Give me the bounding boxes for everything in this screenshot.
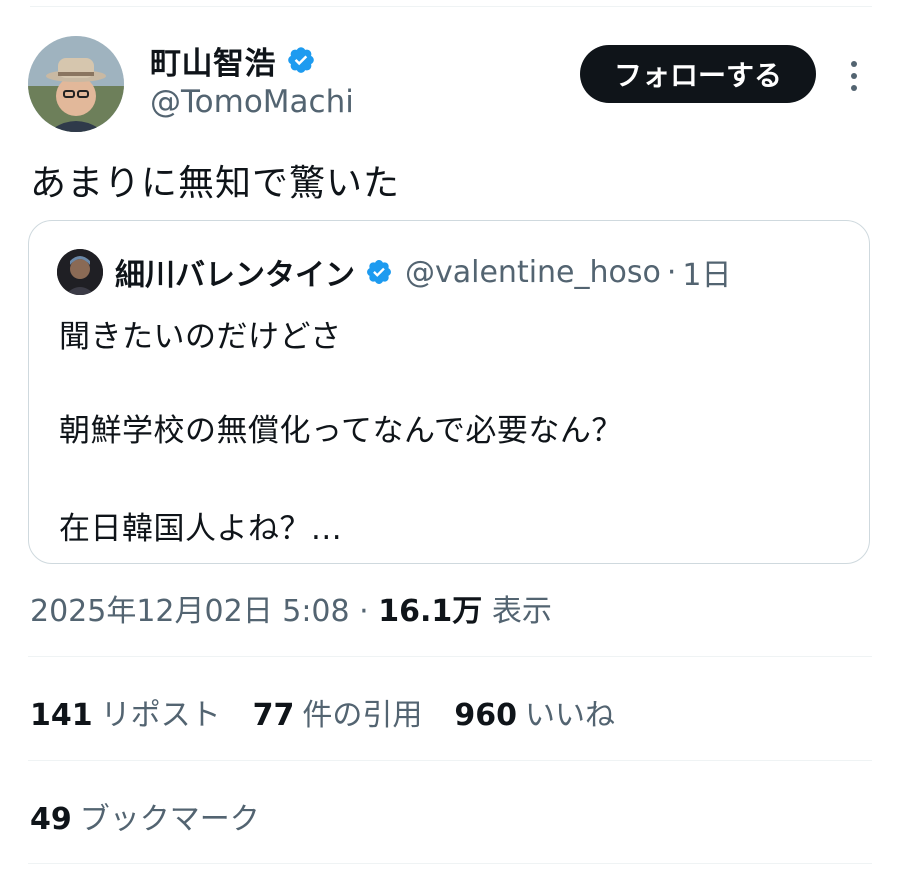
top-divider <box>30 6 872 7</box>
quotes-label: 件の引用 <box>302 698 423 733</box>
more-dots-icon[interactable] <box>842 56 866 96</box>
author-avatar[interactable] <box>28 36 124 132</box>
quotes-count: 77 <box>252 698 295 733</box>
tweet-text: あまりに無知で驚いた <box>30 163 401 204</box>
quote-tweet-card[interactable]: 細川バレンタイン @valentine_hoso · 1日 聞きたいのだけどさ … <box>28 220 870 564</box>
quote-verified-badge-icon <box>367 260 391 284</box>
author-name-row[interactable]: 町山智浩 <box>150 38 316 83</box>
follow-button[interactable]: フォローする <box>580 45 816 103</box>
author-display-name[interactable]: 町山智浩 <box>150 38 276 83</box>
verified-badge-icon <box>288 47 314 73</box>
reposts-label: リポスト <box>100 698 221 733</box>
bookmarks-stat[interactable]: 49 ブックマーク <box>30 794 260 838</box>
meta-separator: · <box>359 594 369 629</box>
divider <box>28 760 872 761</box>
tweet-meta: 2025年12月02日 5:08 · 16.1万 表示 <box>30 586 552 630</box>
views-count: 16.1万 <box>378 594 483 629</box>
likes-stat[interactable]: 960 いいね <box>454 690 615 734</box>
quote-header: 細川バレンタイン @valentine_hoso · 1日 <box>115 250 732 294</box>
quote-time[interactable]: 1日 <box>682 250 731 294</box>
avatar-image <box>28 36 124 132</box>
views-label: 表示 <box>491 594 552 629</box>
divider <box>28 656 872 657</box>
quote-text-line: 聞きたいのだけどさ <box>59 319 342 355</box>
bookmarks-label: ブックマーク <box>79 802 260 837</box>
quotes-stat[interactable]: 77 件の引用 <box>253 690 423 734</box>
likes-label: いいね <box>525 698 615 733</box>
dot <box>851 73 857 79</box>
likes-count: 960 <box>454 698 517 733</box>
quote-author-name[interactable]: 細川バレンタイン <box>115 250 355 294</box>
quote-text-line: 朝鮮学校の無償化ってなんで必要なん？ <box>59 413 623 449</box>
engagement-stats: 141 リポスト 77 件の引用 960 いいね <box>30 690 647 734</box>
quote-author-handle[interactable]: @valentine_hoso <box>405 255 661 290</box>
tweet-timestamp[interactable]: 2025年12月02日 5:08 <box>30 594 350 629</box>
dot <box>851 61 857 67</box>
bookmarks-count: 49 <box>30 802 72 837</box>
dot <box>851 85 857 91</box>
reposts-count: 141 <box>30 698 93 733</box>
divider <box>28 863 872 864</box>
quote-author-avatar[interactable] <box>57 249 103 295</box>
quote-text-line: 在日韓国人よね？... <box>59 511 343 547</box>
author-handle[interactable]: @TomoMachi <box>150 84 354 120</box>
reposts-stat[interactable]: 141 リポスト <box>30 690 221 734</box>
quote-separator: · <box>666 254 677 290</box>
quote-avatar-image <box>57 249 103 295</box>
